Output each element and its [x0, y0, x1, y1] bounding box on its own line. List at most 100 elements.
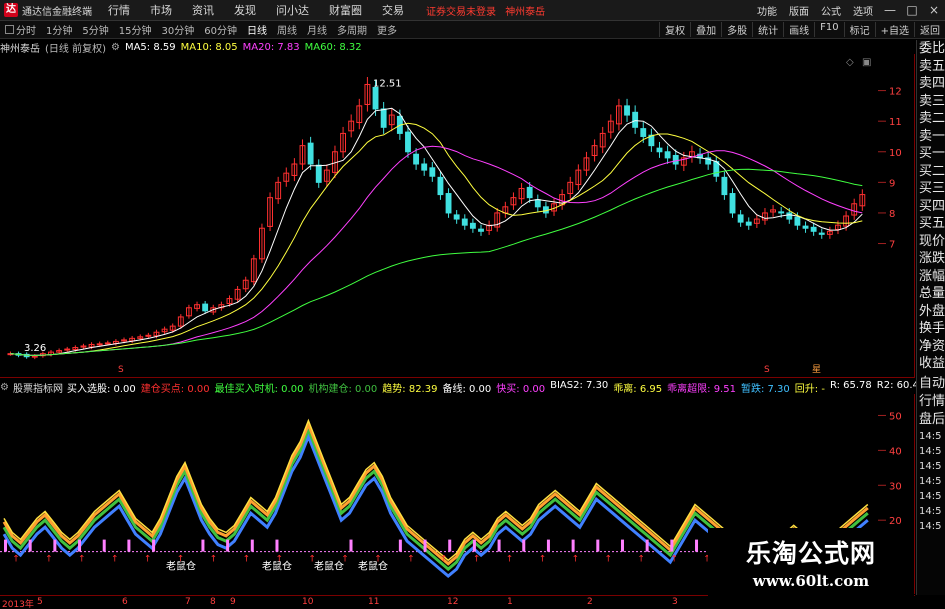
date-label: 11: [368, 597, 380, 607]
right-menu-item-0[interactable]: 功能: [751, 3, 783, 18]
sidebar-item-15[interactable]: 外盘: [917, 303, 945, 321]
settings-icon[interactable]: ⚙: [111, 42, 120, 53]
menu-item-1[interactable]: 市场: [140, 2, 182, 18]
indicator-value-12: R: 65.78: [829, 379, 872, 391]
sidebar-item-3[interactable]: 卖三: [917, 93, 945, 111]
minimize-button[interactable]: —: [879, 3, 901, 17]
menu-item-2[interactable]: 资讯: [182, 2, 224, 18]
close-button[interactable]: ×: [923, 3, 945, 17]
sidebar-mode-1[interactable]: 行情: [917, 393, 945, 411]
right-menu-item-1[interactable]: 版面: [783, 3, 815, 18]
tool-button-1[interactable]: 叠加: [690, 22, 721, 37]
tool-button-8[interactable]: 返回: [914, 22, 945, 37]
sidebar-mode-0[interactable]: 自动: [917, 375, 945, 393]
collapse-icon[interactable]: ◇: [846, 57, 854, 68]
sidebar-item-0[interactable]: 委比: [917, 40, 945, 58]
signal-bar: [78, 539, 82, 552]
period-tab-2[interactable]: 5分钟: [77, 22, 113, 37]
login-status-text: 证券交易未登录: [426, 6, 496, 18]
zoom-icon[interactable]: ▣: [862, 57, 871, 68]
sidebar-item-4[interactable]: 卖二: [917, 110, 945, 128]
tool-button-4[interactable]: 画线: [783, 22, 814, 37]
period-tab-label: 5分钟: [82, 26, 109, 37]
signal-bar: [250, 539, 254, 552]
up-arrow-icon: ↑: [407, 555, 415, 565]
period-tab-8[interactable]: 月线: [302, 22, 332, 37]
period-toolbar: 分时 1分钟 5分钟 15分钟 30分钟 60分钟 日线 周线 月线 多周期 更多 复权 叠加 多股 统计…: [0, 21, 945, 39]
candle-body: [413, 153, 420, 165]
menu-item-4[interactable]: 问小达: [266, 2, 319, 18]
period-tab-10[interactable]: 更多: [372, 22, 402, 37]
period-tab-1[interactable]: 1分钟: [41, 22, 77, 37]
maximize-button[interactable]: □: [901, 3, 923, 17]
sidebar-item-11[interactable]: 现价: [917, 233, 945, 251]
tool-button-0[interactable]: 复权: [659, 22, 690, 37]
indicator-value-6: 快买: 0.00: [496, 383, 546, 395]
period-tab-9[interactable]: 多周期: [332, 22, 372, 37]
period-tab-0[interactable]: 分时: [0, 22, 41, 37]
sidebar-item-18[interactable]: 收益: [917, 355, 945, 373]
sidebar-item-7[interactable]: 买二: [917, 163, 945, 181]
main-menu: 行情 市场 资讯 发现 问小达 财富圈 交易: [98, 2, 414, 18]
indicator-name[interactable]: 股票指标网: [13, 380, 63, 395]
signal-bar: [201, 539, 205, 552]
up-arrow-icon: ↑: [506, 555, 514, 565]
up-arrow-icon: ↑: [440, 555, 448, 565]
menu-item-6[interactable]: 交易: [372, 2, 414, 18]
sidebar-mode-2[interactable]: 盘后: [917, 411, 945, 429]
menu-item-0[interactable]: 行情: [98, 2, 140, 18]
signal-bar: [53, 539, 57, 552]
sidebar-item-12[interactable]: 涨跌: [917, 250, 945, 268]
menu-item-5[interactable]: 财富圈: [319, 2, 372, 18]
sidebar-item-13[interactable]: 涨幅: [917, 268, 945, 286]
sidebar-item-14[interactable]: 总量: [917, 285, 945, 303]
signal-bar: [645, 539, 649, 552]
right-menu: 功能 版面 公式 选项 — □ ×: [751, 3, 945, 18]
candle-body: [737, 214, 744, 223]
kline-chart[interactable]: 7 8 9 10 11 12 12.51 3.26 S S 星 ◇ ▣: [0, 54, 915, 377]
period-tab-6[interactable]: 日线: [242, 22, 272, 37]
settings-icon[interactable]: ⚙: [0, 382, 9, 393]
sidebar-item-2[interactable]: 卖四: [917, 75, 945, 93]
chart-subtitle: (日线 前复权): [45, 43, 106, 55]
ma-indicator-3: MA60: 8.32: [304, 41, 362, 53]
period-tab-label: 60分钟: [204, 26, 237, 37]
candle-body: [818, 232, 825, 235]
period-tab-5[interactable]: 60分钟: [199, 22, 242, 37]
sidebar-item-17[interactable]: 净资: [917, 338, 945, 356]
sidebar-item-6[interactable]: 买一: [917, 145, 945, 163]
menu-item-3[interactable]: 发现: [224, 2, 266, 18]
tool-button-2[interactable]: 多股: [721, 22, 752, 37]
sidebar-time-5: 14:5: [919, 505, 942, 517]
signal-bar: [695, 539, 699, 552]
login-status[interactable]: 证券交易未登录 神州泰岳: [426, 3, 545, 18]
sidebar-item-1[interactable]: 卖五: [917, 58, 945, 76]
period-tab-3[interactable]: 15分钟: [114, 22, 157, 37]
period-tab-4[interactable]: 30分钟: [156, 22, 199, 37]
signal-bar: [4, 539, 7, 552]
sidebar-item-8[interactable]: 买三: [917, 180, 945, 198]
right-menu-item-2[interactable]: 公式: [815, 3, 847, 18]
sidebar-item-10[interactable]: 买五: [917, 215, 945, 233]
sidebar-item-16[interactable]: 换手: [917, 320, 945, 338]
period-tab-7[interactable]: 周线: [272, 22, 302, 37]
y-tick-label: 12: [889, 87, 902, 98]
stock-name[interactable]: 神州泰岳: [0, 40, 40, 55]
tool-button-7[interactable]: +自选: [874, 22, 914, 37]
signal-bar: [127, 539, 131, 552]
date-label: 9: [230, 597, 236, 607]
tool-button-5[interactable]: F10: [814, 22, 843, 37]
app-title: 通达信金融终端: [22, 6, 92, 18]
ma-indicator-2: MA20: 7.83: [242, 41, 300, 53]
candle-body: [437, 176, 444, 196]
right-menu-item-3[interactable]: 选项: [847, 3, 879, 18]
tool-button-6[interactable]: 标记: [843, 22, 875, 37]
indicator-value-3: 机构建仓: 0.00: [308, 383, 378, 395]
candle-body: [315, 164, 322, 183]
sidebar-item-9[interactable]: 买四: [917, 198, 945, 216]
sidebar-item-5[interactable]: 卖一: [917, 128, 945, 146]
sidebar-time-4: 14:5: [919, 490, 942, 502]
candle-body: [721, 176, 728, 196]
y-tick-label: 40: [889, 446, 902, 457]
tool-button-3[interactable]: 统计: [752, 22, 783, 37]
